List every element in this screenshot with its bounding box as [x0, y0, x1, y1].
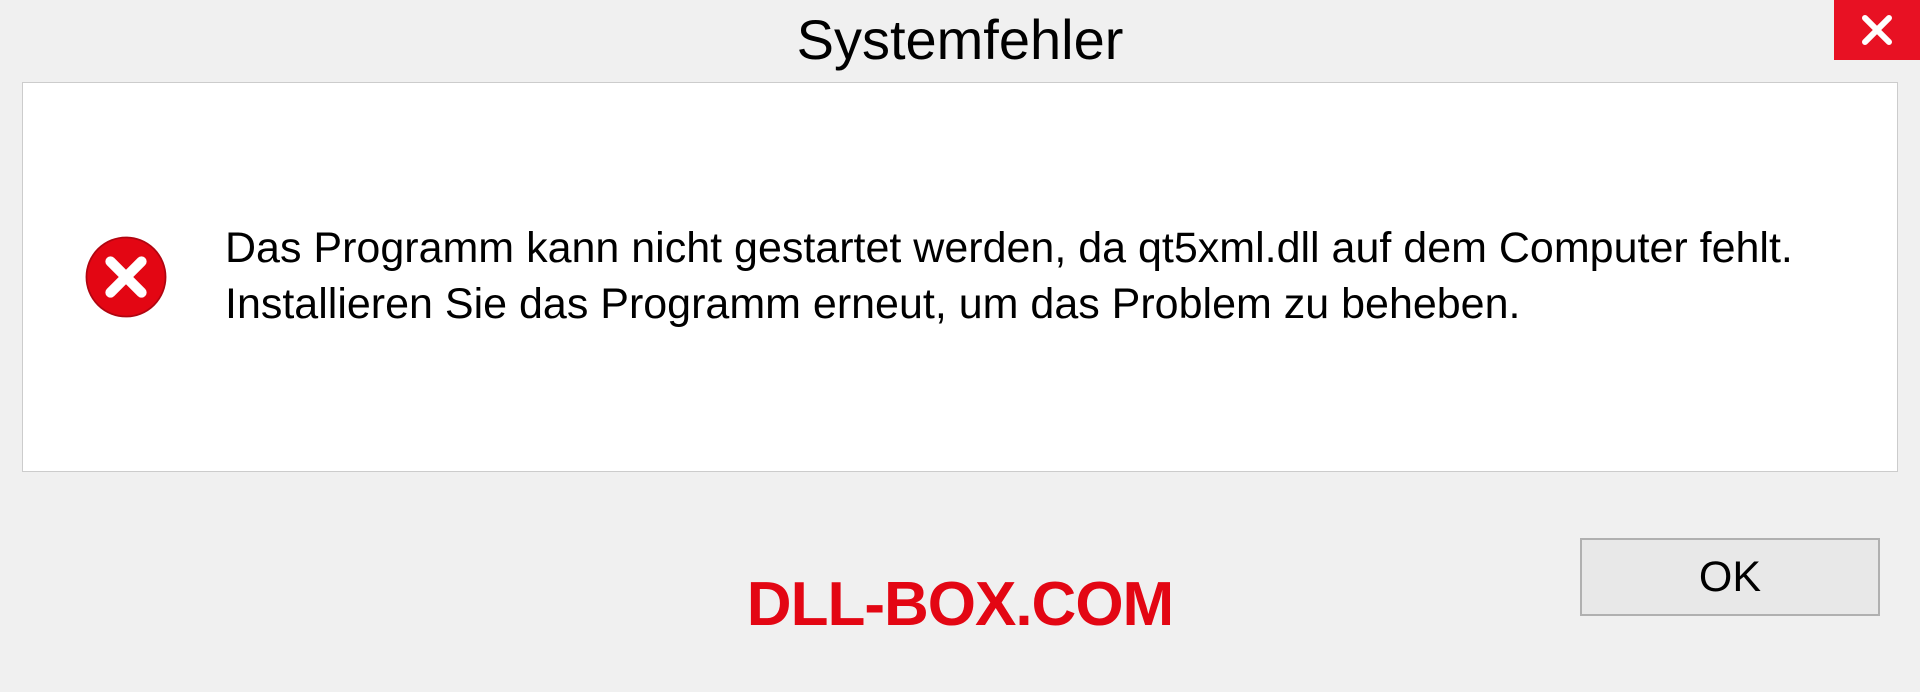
- footer: DLL-BOX.COM OK: [0, 502, 1920, 692]
- title-bar: Systemfehler: [0, 0, 1920, 78]
- watermark-text: DLL-BOX.COM: [747, 569, 1173, 640]
- ok-button[interactable]: OK: [1580, 538, 1880, 616]
- error-message: Das Programm kann nicht gestartet werden…: [225, 221, 1837, 333]
- error-dialog: Systemfehler Das Programm kann nicht ges…: [0, 0, 1920, 692]
- close-icon: [1859, 12, 1895, 48]
- close-button[interactable]: [1834, 0, 1920, 60]
- error-icon: [83, 234, 169, 320]
- dialog-title: Systemfehler: [797, 7, 1124, 72]
- content-area: Das Programm kann nicht gestartet werden…: [22, 82, 1898, 472]
